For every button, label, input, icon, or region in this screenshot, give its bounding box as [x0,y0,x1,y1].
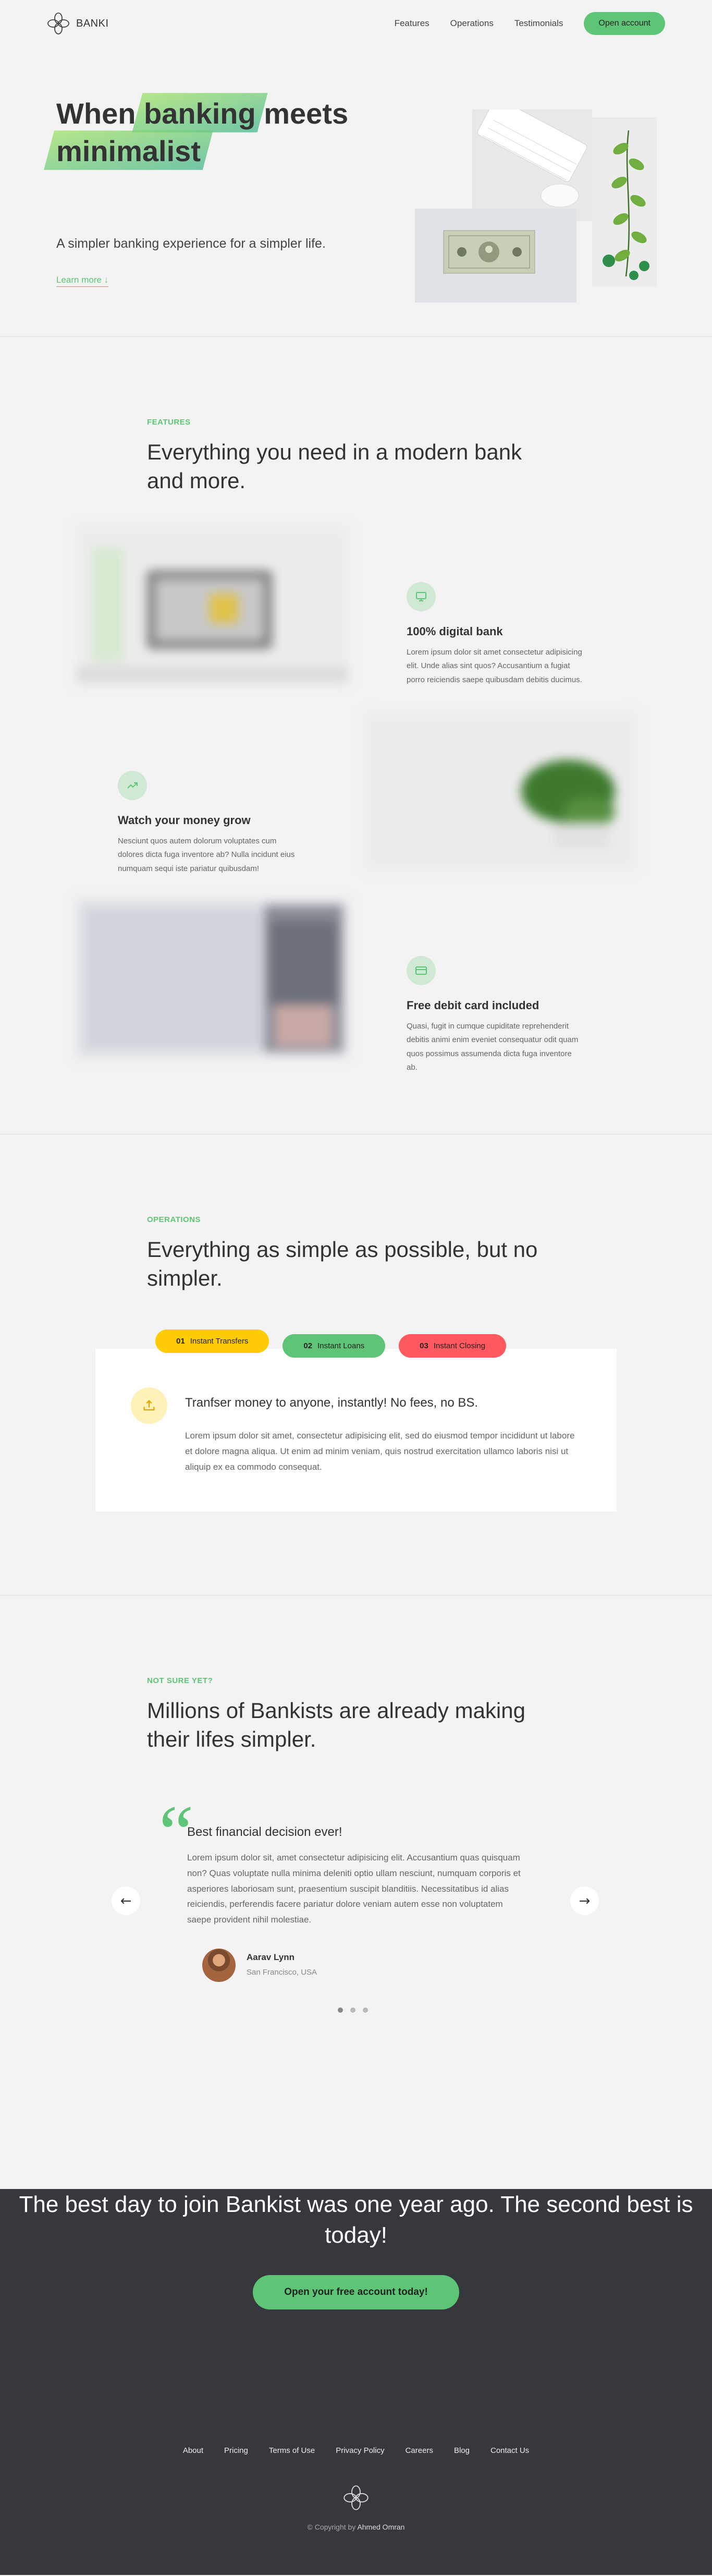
features-section: Features Everything you need in a modern… [0,337,712,1134]
arrow-left-icon: ← [120,1893,132,1909]
feature-text: Quasi, fugit in cumque cupiditate repreh… [407,1022,579,1072]
open-account-button[interactable]: Open account [584,12,665,35]
tab-number: 01 [176,1337,185,1346]
credit-card-icon [407,956,436,985]
nav-links: Features Operations Testimonials Open ac… [395,12,665,35]
testimonials-section: Not sure yet? Millions of Bankists are a… [0,1595,712,2189]
hero-title-word: When [56,97,136,130]
avatar [202,1949,236,1982]
operations-content-title: Tranfser money to anyone, instantly! No … [185,1396,478,1410]
nav-link-features[interactable]: Features [395,18,429,29]
hero-illustration [415,110,657,303]
signup-title-text: The best day to join Bankist was one yea… [19,2192,693,2248]
operations-content-text: Lorem ipsum dolor sit amet, consectetur … [185,1431,575,1472]
footer-link-privacy[interactable]: Privacy Policy [336,2446,384,2455]
hero-section: When banking meets minimalist A simpler … [0,47,712,336]
footer-link-terms[interactable]: Terms of Use [269,2446,315,2455]
operations-label: Operations [147,1215,201,1224]
tab-label: Instant Closing [433,1341,486,1350]
arrow-right-icon: → [579,1893,591,1909]
copyright: © Copyright by Ahmed Omran [0,2523,712,2531]
testimonials-label: Not sure yet? [147,1676,213,1685]
feature-digital-bank: 100% digital bank Lorem ipsum dolor sit … [407,582,584,687]
clover-logo-icon [47,13,69,34]
operations-content-card: Tranfser money to anyone, instantly! No … [95,1349,617,1511]
footer-nav: About Pricing Terms of Use Privacy Polic… [0,2446,712,2455]
slider-dots [338,2007,368,2013]
feature-text: Nesciunt quos autem dolorum voluptates c… [118,837,295,873]
tab-label: Instant Loans [317,1341,365,1350]
slider-dot-1[interactable] [338,2007,343,2013]
footer-link-careers[interactable]: Careers [406,2446,433,2455]
tab-instant-closing[interactable]: 03 Instant Closing [399,1334,507,1358]
footer-link-pricing[interactable]: Pricing [224,2446,248,2455]
slider-dot-3[interactable] [363,2007,368,2013]
feature-title: 100% digital bank [407,625,503,638]
learn-more-link[interactable]: Learn more ↓ [56,275,109,287]
monitor-icon [407,582,436,611]
slider-prev-button[interactable]: ← [112,1886,140,1915]
testimonial-title: Best financial decision ever! [187,1825,342,1839]
testimonials-title: Millions of Bankists are already making … [147,1698,525,1751]
nav-link-operations[interactable]: Operations [450,18,494,29]
testimonial-text: Lorem ipsum dolor sit, amet consectetur … [187,1853,521,1925]
signup-title: The best day to join Bankist was one yea… [0,2189,712,2251]
tab-number: 03 [420,1341,428,1350]
tab-instant-loans[interactable]: 02 Instant Loans [283,1334,386,1358]
footer-link-contact[interactable]: Contact Us [490,2446,529,2455]
slider-dot-2[interactable] [350,2007,355,2013]
footer-link-about[interactable]: About [183,2446,203,2455]
feature-title: Watch your money grow [118,814,251,827]
operations-title: Everything as simple as possible, but no… [147,1237,538,1290]
upload-icon [131,1387,167,1424]
hero-title: When banking meets minimalist [56,95,348,170]
feature-title: Free debit card included [407,999,539,1012]
testimonial-author-name: Aarav Lynn [247,1952,294,1962]
footer-clover-logo-icon [343,2485,369,2510]
hero-title-highlight: minimalist [56,132,201,170]
brand-name: BANKI [76,17,109,29]
copyright-author-link[interactable]: Ahmed Omran [357,2523,404,2531]
hero-title-highlight: banking [144,95,256,132]
hero-title-word: meets [264,97,349,130]
tab-instant-transfers[interactable]: 01 Instant Transfers [155,1329,269,1353]
testimonial-author-location: San Francisco, USA [247,1968,317,1977]
feature-debit-card: Free debit card included Quasi, fugit in… [407,956,584,1074]
feature-text: Lorem ipsum dolor sit amet consectetur a… [407,648,582,684]
tab-number: 02 [303,1341,313,1350]
nav-link-testimonials[interactable]: Testimonials [514,18,563,29]
copyright-prefix: © Copyright by [307,2523,356,2531]
feature-money-grow: Watch your money grow Nesciunt quos aute… [118,771,295,876]
trending-up-icon [118,771,147,800]
digital-bank-image [77,526,348,683]
slider-next-button[interactable]: → [570,1886,599,1915]
money-grow-image [365,713,636,869]
operations-section: Operations Everything as simple as possi… [0,1134,712,1595]
brand-logo[interactable]: BANKI [47,12,109,35]
hero-subtitle: A simpler banking experience for a simpl… [56,236,326,251]
tab-label: Instant Transfers [190,1337,249,1346]
features-label: Features [147,418,191,427]
operations-tabs: 01 Instant Transfers 02 Instant Loans 03… [155,1329,507,1358]
footer-link-blog[interactable]: Blog [454,2446,470,2455]
open-free-account-button[interactable]: Open your free account today! [253,2275,459,2309]
signup-footer-section: The best day to join Bankist was one yea… [0,2189,712,2575]
top-nav: BANKI Features Operations Testimonials O… [0,0,712,47]
debit-card-image [77,900,348,1057]
features-title: Everything you need in a modern bank and… [147,440,522,493]
